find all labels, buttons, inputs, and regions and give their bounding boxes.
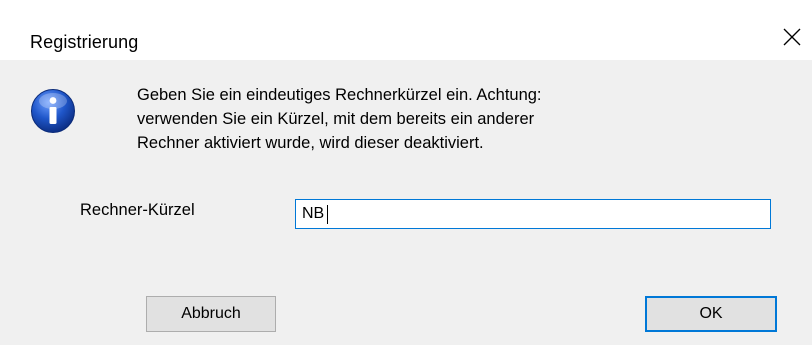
- title-bar: Registrierung: [0, 0, 812, 60]
- close-button[interactable]: [772, 20, 812, 60]
- message-line: Geben Sie ein eindeutiges Rechnerkürzel …: [137, 86, 542, 104]
- message-line: verwenden Sie ein Kürzel, mit dem bereit…: [137, 110, 535, 128]
- ok-button[interactable]: OK: [645, 296, 777, 332]
- info-icon: [30, 88, 76, 134]
- cancel-button[interactable]: Abbruch: [146, 296, 276, 332]
- text-caret: [327, 205, 328, 224]
- rechner-kuerzel-label: Rechner-Kürzel: [80, 201, 195, 219]
- message-line: Rechner aktiviert wurde, wird dieser dea…: [137, 134, 484, 152]
- dialog-title: Registrierung: [30, 32, 139, 52]
- rechner-kuerzel-input[interactable]: [295, 199, 771, 229]
- message-text: Geben Sie ein eindeutiges Rechnerkürzel …: [137, 83, 697, 155]
- registration-dialog: Registrierung Geben Sie ein eindeutiges …: [0, 0, 812, 345]
- close-icon: [783, 28, 801, 46]
